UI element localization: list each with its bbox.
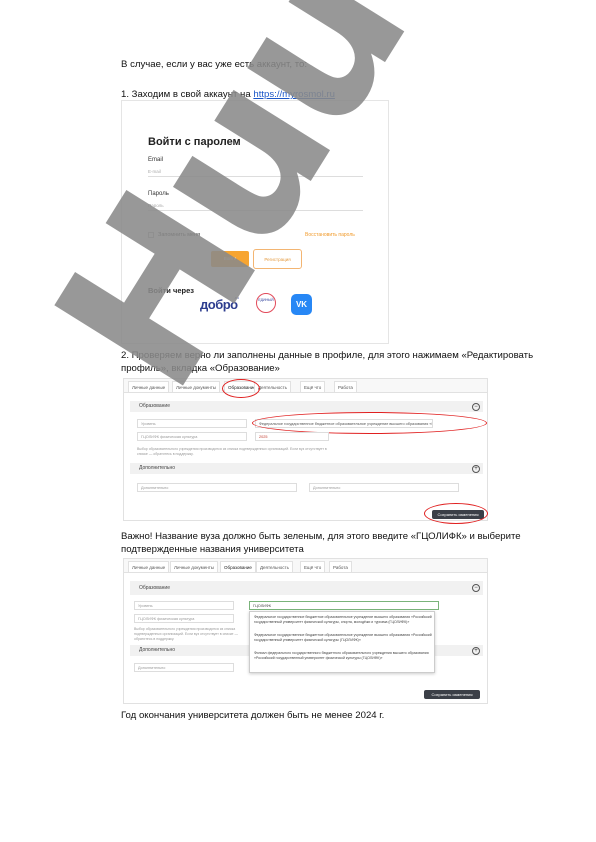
- login-via-title: Войти через: [148, 286, 194, 295]
- tab-other[interactable]: Ещё что: [300, 381, 326, 392]
- graduation-text: Год окончания университета должен быть н…: [121, 710, 385, 721]
- faculty-field[interactable]: ГЦОЛИФК физическая культура: [134, 614, 234, 623]
- forgot-password-link[interactable]: Восстановить пароль: [305, 232, 355, 238]
- extra-section-title: Дополнительно: [139, 647, 175, 653]
- login-screenshot: Войти с паролем Email E-mail Пароль Паро…: [121, 100, 389, 344]
- expand-icon[interactable]: −: [472, 584, 480, 592]
- extra-right-field[interactable]: Дополнительно: [309, 483, 459, 492]
- rsm-logo-icon[interactable]: ЕДИНЫЙ: [256, 293, 276, 313]
- education-note: Выбор образовательного учреждения произв…: [134, 627, 238, 641]
- tab-personal[interactable]: Личные данные: [128, 381, 170, 392]
- step2-text: 2. Проверяем верно ли заполнены данные в…: [121, 350, 534, 374]
- dobro-logo[interactable]: добро: [200, 297, 238, 312]
- tab-work[interactable]: Работа: [334, 381, 357, 392]
- tab-documents[interactable]: Личные документы: [170, 561, 219, 572]
- level-field[interactable]: Уровень: [134, 601, 234, 610]
- level-field[interactable]: Уровень: [137, 419, 247, 428]
- tab-personal[interactable]: Личные данные: [128, 561, 170, 572]
- extra-left-field[interactable]: Дополнительно: [137, 483, 297, 492]
- education-section-header[interactable]: Образование −: [130, 401, 483, 412]
- faculty-field[interactable]: ГЦОЛИФК физическая культура: [137, 432, 247, 441]
- dropdown-option[interactable]: Федеральное государственное бюджетное об…: [254, 615, 434, 625]
- tab-highlight-circle: [222, 379, 260, 398]
- login-button[interactable]: Войти: [211, 251, 249, 267]
- tab-education[interactable]: Образование: [220, 561, 256, 572]
- education-section-title: Образование: [139, 585, 170, 591]
- dropdown-option[interactable]: Филиал федерального государственного бюд…: [254, 651, 434, 661]
- expand-icon[interactable]: +: [472, 465, 480, 473]
- password-field[interactable]: Пароль: [148, 199, 363, 211]
- education-note: Выбор образовательного учреждения произв…: [137, 447, 327, 456]
- intro-text: В случае, если у вас уже есть аккаунт, т…: [121, 59, 307, 70]
- tab-work[interactable]: Работа: [329, 561, 352, 572]
- tab-activity[interactable]: Деятельность: [256, 561, 293, 572]
- university-dropdown-screenshot: Личные данные Личные документы Образован…: [123, 558, 488, 704]
- extra-section-title: Дополнительно: [139, 465, 175, 471]
- university-dropdown: Федеральное государственное бюджетное об…: [249, 611, 435, 673]
- save-button[interactable]: Сохранить изменения: [424, 690, 480, 699]
- remember-checkbox[interactable]: [148, 232, 154, 238]
- dropdown-option[interactable]: Федеральное государственное бюджетное об…: [254, 633, 434, 643]
- email-label: Email: [148, 157, 164, 163]
- login-title: Войти с паролем: [148, 136, 241, 148]
- extra-left-field[interactable]: Дополнительно: [134, 663, 234, 672]
- vk-icon[interactable]: VK: [291, 294, 312, 315]
- tab-other[interactable]: Ещё что: [300, 561, 326, 572]
- register-button[interactable]: Регистрация: [253, 249, 302, 269]
- dobro-ru-label: .ru: [234, 295, 239, 300]
- year-field[interactable]: 2025: [255, 432, 329, 441]
- tab-documents[interactable]: Личные документы: [172, 381, 221, 392]
- extra-section-header[interactable]: Дополнительно +: [130, 463, 483, 474]
- document-page: В случае, если у вас уже есть аккаунт, т…: [0, 0, 596, 842]
- save-highlight-circle: [424, 503, 488, 524]
- expand-icon[interactable]: +: [472, 647, 480, 655]
- education-section-title: Образование: [139, 403, 170, 409]
- university-search-input[interactable]: ГЦОЛИФК: [249, 601, 439, 610]
- password-label: Пароль: [148, 191, 169, 197]
- education-section-header[interactable]: Образование −: [130, 581, 483, 595]
- email-field[interactable]: E-mail: [148, 165, 363, 177]
- important-text: Важно! Название вуза должно быть зеленым…: [121, 531, 521, 555]
- remember-label: Запомнить меня: [158, 232, 201, 238]
- profile-screenshot: Личные данные Личные документы Образован…: [123, 378, 488, 524]
- step1-prefix: 1. Заходим в свой аккаунт на: [121, 89, 254, 100]
- expand-icon[interactable]: −: [472, 403, 480, 411]
- myrosmol-link[interactable]: https://myrosmol.ru: [253, 89, 335, 100]
- university-highlight-circle: [252, 412, 487, 434]
- profile-tabs: Личные данные Личные документы Образован…: [124, 379, 487, 393]
- profile-tabs: Личные данные Личные документы Образован…: [124, 559, 487, 573]
